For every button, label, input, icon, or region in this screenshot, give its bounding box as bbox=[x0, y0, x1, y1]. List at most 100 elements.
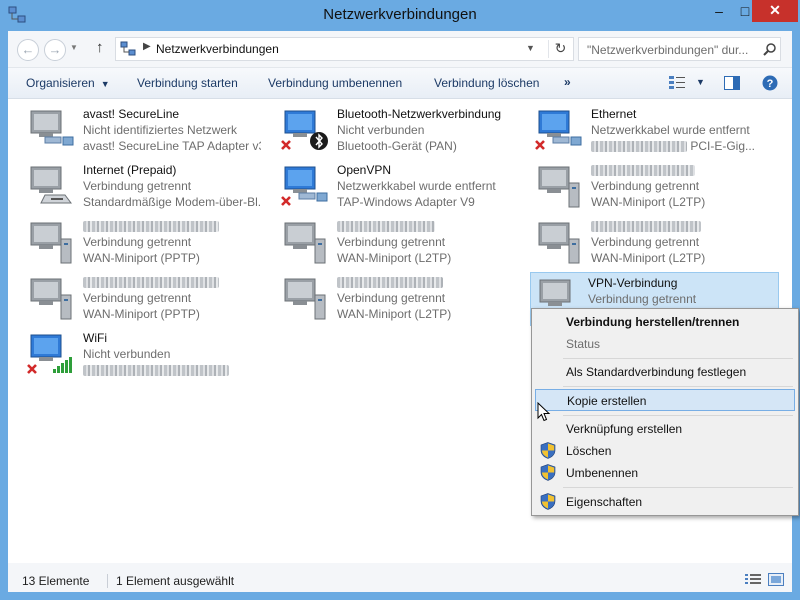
delete-connection-button[interactable]: Verbindung löschen bbox=[434, 76, 539, 90]
view-options-chevron-icon[interactable]: ▼ bbox=[696, 77, 705, 87]
large-icons-view-icon[interactable] bbox=[768, 573, 784, 586]
connection-name bbox=[337, 219, 435, 233]
connection-status: Netzwerkkabel wurde entfernt bbox=[337, 179, 496, 193]
connection-item[interactable]: Verbindung getrennt WAN-Miniport (L2TP) bbox=[521, 160, 771, 214]
up-button[interactable]: ↑ bbox=[96, 39, 104, 56]
menu-item-properties[interactable]: Eigenschaften bbox=[535, 491, 795, 513]
svg-text:?: ? bbox=[767, 78, 774, 90]
menu-item-connect[interactable]: Verbindung herstellen/trennen bbox=[535, 311, 795, 333]
menu-item-status: Status bbox=[535, 333, 795, 355]
address-row: ← → ▼ ↑ ▶ Netzwerkverbindungen ▼ ↻ "Netz… bbox=[8, 31, 792, 67]
redacted-text bbox=[591, 221, 701, 233]
refresh-icon[interactable]: ↻ bbox=[548, 40, 572, 58]
more-commands-button[interactable]: » bbox=[564, 75, 571, 89]
breadcrumb-separator-icon[interactable]: ▶ bbox=[143, 41, 151, 52]
modem-icon bbox=[30, 166, 72, 204]
connection-name bbox=[83, 275, 219, 289]
redacted-text bbox=[591, 165, 695, 177]
help-icon[interactable]: ? bbox=[762, 75, 778, 91]
menu-label: Verknüpfung erstellen bbox=[566, 422, 683, 436]
forward-button[interactable]: → bbox=[44, 39, 66, 61]
back-button[interactable]: ← bbox=[17, 39, 39, 61]
search-input[interactable]: "Netzwerkverbindungen" dur... bbox=[578, 37, 781, 61]
menu-separator bbox=[563, 358, 793, 359]
vpn-icon bbox=[284, 222, 326, 264]
menu-label: Umbenennen bbox=[566, 466, 639, 480]
connection-device: PCI-E-Gig... bbox=[591, 139, 755, 153]
uac-shield-icon bbox=[540, 442, 556, 459]
connection-device: WAN-Miniport (L2TP) bbox=[337, 251, 452, 265]
menu-item-set-default[interactable]: Als Standardverbindung festlegen bbox=[535, 361, 795, 383]
selection-count: 1 Element ausgewählt bbox=[107, 574, 234, 588]
organize-button[interactable]: Organisieren ▼ bbox=[26, 76, 110, 90]
menu-item-shortcut[interactable]: Verknüpfung erstellen bbox=[535, 418, 795, 440]
connection-name: Bluetooth-Netzwerkverbindung bbox=[337, 107, 502, 121]
vpn-icon bbox=[538, 222, 580, 264]
item-count: 13 Elemente bbox=[22, 574, 90, 588]
connection-item[interactable]: WiFi Nicht verbunden bbox=[13, 328, 263, 382]
menu-item-delete[interactable]: Löschen bbox=[535, 440, 795, 462]
connection-item[interactable]: Bluetooth-Netzwerkverbindung Nicht verbu… bbox=[267, 104, 517, 158]
connection-item[interactable]: Verbindung getrennt WAN-Miniport (L2TP) bbox=[267, 216, 517, 270]
connection-name: OpenVPN bbox=[337, 163, 392, 177]
connection-status: Verbindung getrennt bbox=[337, 235, 446, 249]
command-bar: Organisieren ▼ Verbindung starten Verbind… bbox=[8, 67, 792, 99]
search-icon[interactable] bbox=[763, 42, 777, 56]
uac-shield-icon bbox=[540, 493, 556, 510]
connection-device: WAN-Miniport (L2TP) bbox=[591, 195, 706, 209]
menu-label: Als Standardverbindung festlegen bbox=[566, 365, 747, 379]
status-bar: 13 Elemente 1 Element ausgewählt bbox=[8, 563, 792, 592]
ethernet-adapter-icon bbox=[535, 110, 582, 150]
change-view-icon[interactable] bbox=[669, 76, 685, 90]
connection-item[interactable]: avast! SecureLine Nicht identifiziertes … bbox=[13, 104, 263, 158]
window-title: Netzwerkverbindungen bbox=[323, 6, 477, 23]
connection-item[interactable]: Verbindung getrennt WAN-Miniport (PPTP) bbox=[13, 272, 263, 326]
start-connection-button[interactable]: Verbindung starten bbox=[137, 76, 238, 90]
title-bar[interactable]: Netzwerkverbindungen – □ ✕ bbox=[0, 0, 800, 32]
menu-label: Verbindung herstellen/trennen bbox=[566, 315, 740, 329]
rename-connection-button[interactable]: Verbindung umbenennen bbox=[268, 76, 402, 90]
connection-status: Verbindung getrennt bbox=[83, 291, 192, 305]
connection-item[interactable]: Ethernet Netzwerkkabel wurde entfernt PC… bbox=[521, 104, 771, 158]
vpn-icon bbox=[30, 222, 72, 264]
address-bar[interactable]: ▶ Netzwerkverbindungen ▼ ↻ bbox=[115, 37, 574, 61]
redacted-text bbox=[337, 221, 435, 233]
connection-name bbox=[337, 275, 443, 289]
connection-device: Bluetooth-Gerät (PAN) bbox=[337, 139, 457, 153]
connection-item[interactable]: OpenVPN Netzwerkkabel wurde entfernt TAP… bbox=[267, 160, 517, 214]
connection-status: Nicht identifiziertes Netzwerk bbox=[83, 123, 238, 137]
connection-item[interactable]: Verbindung getrennt WAN-Miniport (PPTP) bbox=[13, 216, 263, 270]
address-dropdown-chevron-icon[interactable]: ▼ bbox=[526, 43, 535, 53]
uac-shield-icon bbox=[540, 464, 556, 481]
connection-item[interactable]: Internet (Prepaid) Verbindung getrennt S… bbox=[13, 160, 263, 214]
menu-item-copy[interactable]: Kopie erstellen bbox=[535, 389, 795, 411]
details-view-icon[interactable] bbox=[745, 573, 761, 586]
connection-status: Verbindung getrennt bbox=[591, 179, 700, 193]
minimize-button[interactable]: – bbox=[706, 0, 732, 22]
connection-status: Nicht verbunden bbox=[337, 123, 425, 137]
connection-status: Verbindung getrennt bbox=[83, 179, 192, 193]
connection-item[interactable]: Verbindung getrennt WAN-Miniport (L2TP) bbox=[267, 272, 517, 326]
breadcrumb-current[interactable]: Netzwerkverbindungen bbox=[156, 42, 279, 56]
connection-item[interactable]: Verbindung getrennt WAN-Miniport (L2TP) bbox=[521, 216, 771, 270]
preview-pane-icon[interactable] bbox=[724, 76, 740, 90]
bluetooth-adapter-icon bbox=[281, 110, 328, 150]
menu-item-rename[interactable]: Umbenennen bbox=[535, 462, 795, 484]
connection-device bbox=[83, 363, 229, 377]
connection-device: WAN-Miniport (PPTP) bbox=[83, 307, 200, 321]
menu-separator bbox=[563, 415, 793, 416]
mouse-cursor-icon bbox=[537, 402, 551, 422]
redacted-text bbox=[83, 221, 219, 233]
vpn-icon bbox=[284, 278, 326, 320]
menu-label: Löschen bbox=[566, 444, 612, 458]
connection-device: WAN-Miniport (PPTP) bbox=[83, 251, 200, 265]
recent-locations-chevron-icon[interactable]: ▼ bbox=[70, 43, 78, 52]
menu-label: Kopie erstellen bbox=[567, 394, 647, 408]
close-button[interactable]: ✕ bbox=[752, 0, 798, 22]
menu-separator bbox=[563, 386, 793, 387]
chevron-down-icon: ▼ bbox=[100, 79, 110, 89]
window: Netzwerkverbindungen – □ ✕ ← → ▼ ↑ ▶ Net… bbox=[0, 0, 800, 600]
connection-status: Verbindung getrennt bbox=[337, 291, 446, 305]
connection-name: Internet (Prepaid) bbox=[83, 163, 177, 177]
menu-label: Eigenschaften bbox=[566, 495, 643, 509]
